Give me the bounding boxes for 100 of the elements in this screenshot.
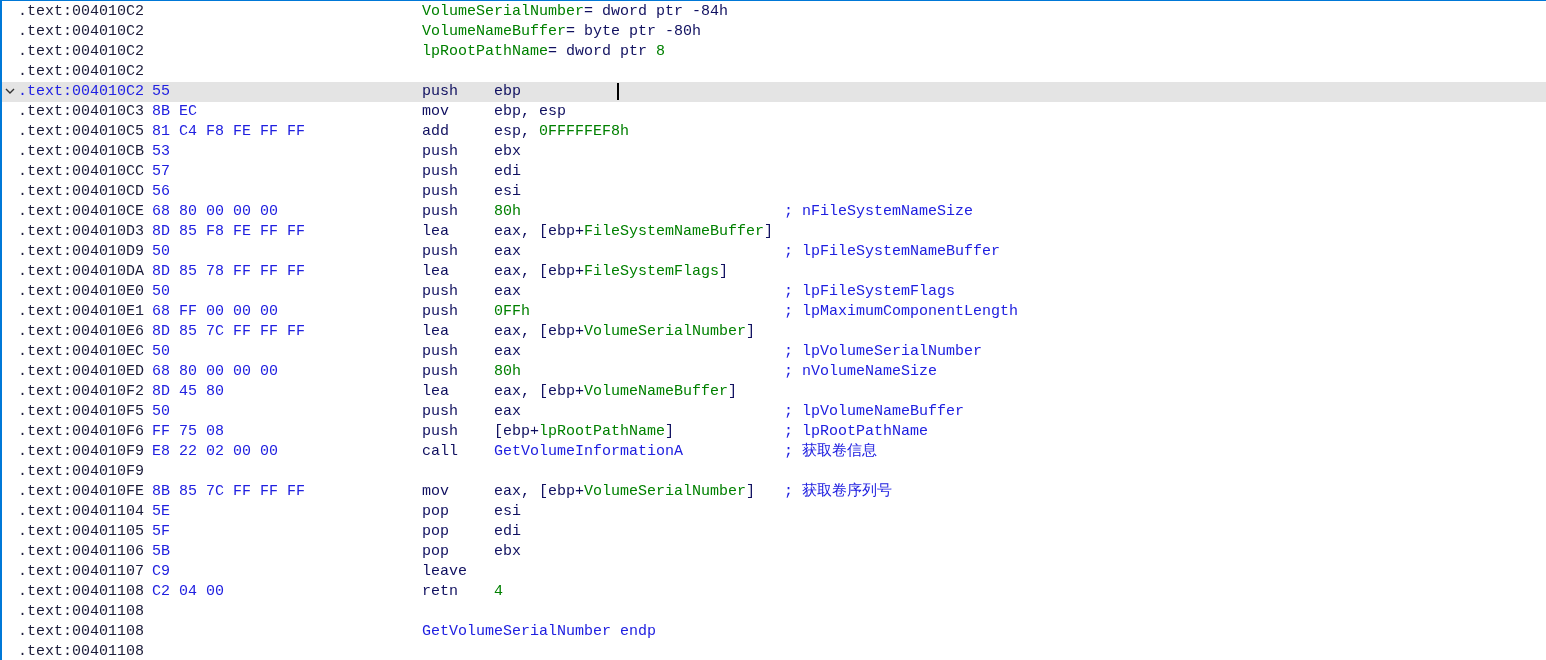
opcode-bytes: 55 [152, 82, 171, 102]
opcode-bytes: 50 [152, 282, 171, 302]
opcode-bytes: 68 FF 00 00 00 [152, 302, 280, 322]
opcode-bytes: 50 [152, 242, 171, 262]
comment-text: ; 获取卷信息 [784, 442, 877, 462]
operand-text: 4 [494, 583, 503, 600]
mnemonic-text: push [422, 402, 459, 422]
address-text: .text:004010F2 [18, 382, 146, 402]
operand-text: esi [494, 183, 521, 200]
operand-text: eax [494, 283, 521, 300]
mnemonic-text: lea [422, 382, 450, 402]
operand-text: ebx [494, 543, 521, 560]
address-text: .text:004010DA [18, 262, 146, 282]
opcode-bytes: C9 [152, 562, 171, 582]
mnemonic-text: push [422, 282, 459, 302]
opcode-bytes: 8D 85 7C FF FF FF [152, 322, 307, 342]
mnemonic-text: push [422, 82, 459, 102]
address-text: .text:004010FE [18, 482, 146, 502]
address-text: .text:004010C2 [18, 82, 146, 102]
comment-text: ; nVolumeNameSize [784, 362, 938, 382]
mnemonic-text: call [422, 442, 459, 462]
chevron-down-icon[interactable] [5, 88, 15, 95]
operand-text: eax [494, 243, 521, 260]
operand-text: eax, [ebp+FileSystemFlags] [494, 263, 729, 280]
declaration-text: VolumeNameBuffer= byte ptr -80h [422, 22, 702, 42]
opcode-bytes: 50 [152, 402, 171, 422]
operand-text: eax [494, 403, 521, 420]
operand-text: eax [494, 343, 521, 360]
comment-text: ; nFileSystemNameSize [784, 202, 974, 222]
comment-text: ; 获取卷序列号 [784, 482, 892, 502]
opcode-bytes: 68 80 00 00 00 [152, 202, 280, 222]
mnemonic-text: pop [422, 502, 450, 522]
mnemonic-text: push [422, 182, 459, 202]
operand-text: 0FFh [494, 303, 530, 320]
opcode-bytes: C2 04 00 [152, 582, 225, 602]
opcode-bytes: 5B [152, 542, 171, 562]
operand-text: esi [494, 503, 521, 520]
mnemonic-text: lea [422, 222, 450, 242]
address-text: .text:004010F5 [18, 402, 146, 422]
address-text: .text:004010F9 [18, 442, 146, 462]
operand-text: ebp, esp [494, 103, 566, 120]
address-text: .text:004010C3 [18, 102, 146, 122]
address-text: .text:004010D3 [18, 222, 146, 242]
operand-text: ebx [494, 143, 521, 160]
mnemonic-text: lea [422, 262, 450, 282]
opcode-bytes: 8D 85 78 FF FF FF [152, 262, 307, 282]
opcode-bytes: 8B EC [152, 102, 198, 122]
address-text: .text:00401104 [18, 502, 146, 522]
operand-text: 80h [494, 363, 521, 380]
address-text: .text:004010D9 [18, 242, 146, 262]
address-text: .text:004010CB [18, 142, 146, 162]
address-text: .text:004010C2 [18, 42, 146, 62]
opcode-bytes: 5E [152, 502, 171, 522]
address-text: .text:004010E6 [18, 322, 146, 342]
mnemonic-text: pop [422, 522, 450, 542]
mnemonic-text: mov [422, 102, 450, 122]
address-text: .text:004010ED [18, 362, 146, 382]
opcode-bytes: 8D 45 80 [152, 382, 225, 402]
operand-text: ebp [494, 83, 521, 100]
comment-text: ; lpFileSystemFlags [784, 282, 956, 302]
address-text: .text:004010CC [18, 162, 146, 182]
address-text: .text:00401105 [18, 522, 146, 542]
comment-text: ; lpVolumeNameBuffer [784, 402, 965, 422]
operand-text: eax, [ebp+VolumeSerialNumber] [494, 483, 756, 500]
address-text: .text:004010C2 [18, 22, 146, 42]
address-text: .text:00401108 [18, 602, 146, 622]
mnemonic-text: push [422, 362, 459, 382]
opcode-bytes: 50 [152, 342, 171, 362]
opcode-bytes: 56 [152, 182, 171, 202]
mnemonic-text: add [422, 122, 450, 142]
comment-text: ; lpVolumeSerialNumber [784, 342, 983, 362]
operand-text: eax, [ebp+FileSystemNameBuffer] [494, 223, 774, 240]
address-text: .text:004010F6 [18, 422, 146, 442]
mnemonic-text: push [422, 242, 459, 262]
mnemonic-text: push [422, 422, 459, 442]
mnemonic-text: pop [422, 542, 450, 562]
opcode-bytes: 5F [152, 522, 171, 542]
address-text: .text:00401108 [18, 642, 146, 660]
address-text: .text:00401107 [18, 562, 146, 582]
address-text: .text:004010CE [18, 202, 146, 222]
address-text: .text:004010C2 [18, 2, 146, 22]
operand-text: edi [494, 523, 521, 540]
comment-text: ; lpMaximumComponentLength [784, 302, 1019, 322]
opcode-bytes: E8 22 02 00 00 [152, 442, 280, 462]
mnemonic-text: push [422, 142, 459, 162]
mnemonic-text: push [422, 302, 459, 322]
operand-text: eax, [ebp+VolumeNameBuffer] [494, 383, 738, 400]
declaration-text: GetVolumeSerialNumber endp [422, 622, 657, 642]
mnemonic-text: push [422, 342, 459, 362]
address-text: .text:004010EC [18, 342, 146, 362]
mnemonic-text: push [422, 162, 459, 182]
operand-text: esp, 0FFFFFEF8h [494, 123, 630, 140]
opcode-bytes: 53 [152, 142, 171, 162]
address-text: .text:00401108 [18, 622, 146, 642]
text-cursor [617, 82, 619, 100]
declaration-text: VolumeSerialNumber= dword ptr -84h [422, 2, 729, 22]
opcode-bytes: 68 80 00 00 00 [152, 362, 280, 382]
opcode-bytes: FF 75 08 [152, 422, 225, 442]
address-text: .text:004010CD [18, 182, 146, 202]
opcode-bytes: 81 C4 F8 FE FF FF [152, 122, 307, 142]
